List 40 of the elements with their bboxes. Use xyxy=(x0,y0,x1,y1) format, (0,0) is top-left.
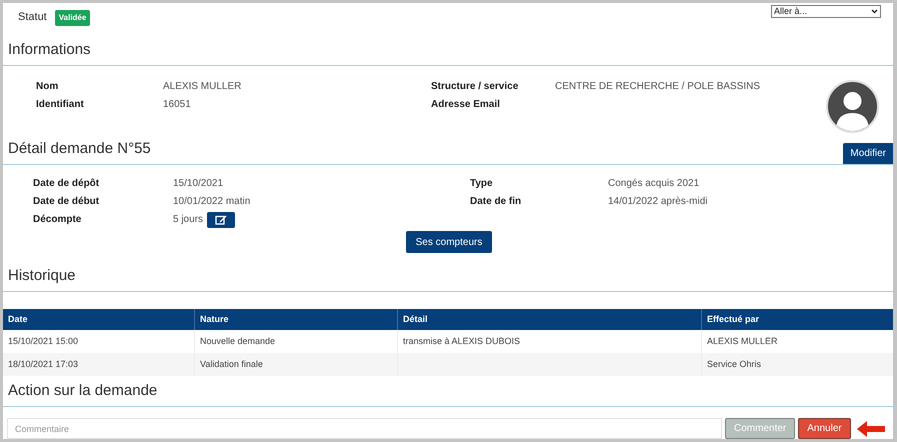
field-value: 16051 xyxy=(163,98,191,112)
edit-button[interactable] xyxy=(207,212,236,228)
table-cell-text: Validation finale xyxy=(200,358,263,371)
chevron-down-icon xyxy=(871,9,878,14)
field-label: Adresse Email xyxy=(431,98,501,112)
edit-icon xyxy=(215,214,228,225)
table-cell-text: Service Ohris xyxy=(707,358,762,371)
section-title: Informations xyxy=(8,41,91,58)
field-label: Identifiant xyxy=(36,98,85,112)
table-cell-text: Nouvelle demande xyxy=(200,334,276,348)
field-value: 10/01/2022 matin xyxy=(173,195,250,210)
field-label: Type xyxy=(470,177,494,192)
table-cell-text: transmise à ALEXIS DUBOIS xyxy=(403,334,520,348)
status-badge: Validée xyxy=(54,10,90,26)
status-label: Statut xyxy=(18,10,47,26)
counters-button[interactable]: Ses compteurs xyxy=(406,231,492,253)
field-value: 5 jours xyxy=(173,213,204,228)
section-title: Historique xyxy=(8,267,76,284)
field-value: CENTRE DE RECHERCHE / POLE BASSINS xyxy=(555,80,760,94)
field-label: Date de dépôt xyxy=(33,177,100,192)
table-cell-text: 15/10/2021 15:00 xyxy=(8,334,78,348)
field-value: 14/01/2022 après-midi xyxy=(608,195,708,210)
table-cell-text: 18/10/2021 17:03 xyxy=(8,358,78,371)
modify-button[interactable]: Modifier xyxy=(843,142,893,164)
field-label: Date de fin xyxy=(470,195,522,210)
section-title: Détail demande N°55 xyxy=(7,139,152,160)
cancel-button[interactable]: Annuler xyxy=(798,418,851,439)
comment-field[interactable]: Commentaire xyxy=(7,418,722,439)
section-title: Action sur la demande xyxy=(8,382,158,399)
field-label: Décompte xyxy=(33,213,82,228)
goto-select[interactable]: Aller à... xyxy=(771,5,881,18)
field-value: ALEXIS MULLER xyxy=(163,80,242,94)
field-value: 15/10/2021 xyxy=(173,177,224,192)
column-header: Date xyxy=(7,312,29,326)
field-label: Date de début xyxy=(33,195,100,210)
field-label: Structure / service xyxy=(431,80,520,94)
field-value: Congés acquis 2021 xyxy=(608,177,700,192)
field-label: Nom xyxy=(36,80,60,94)
table-cell-text: ALEXIS MULLER xyxy=(707,334,778,348)
arrow-icon xyxy=(856,420,885,436)
